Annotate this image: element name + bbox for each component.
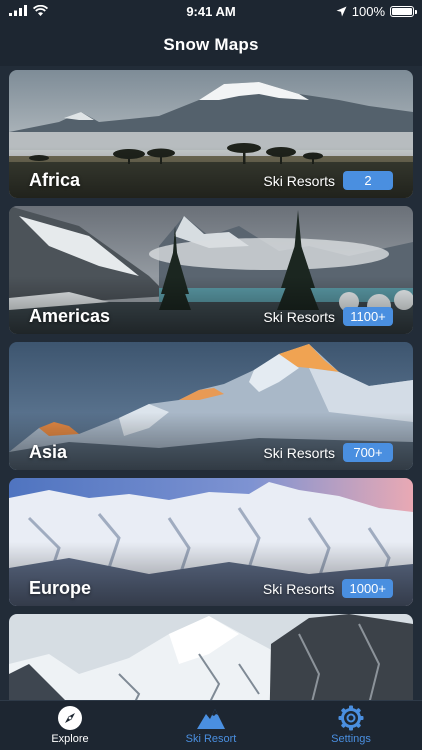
- page-title: Snow Maps: [163, 35, 259, 54]
- continent-name: Africa: [29, 170, 81, 190]
- resort-count-badge: 1100+: [343, 307, 393, 326]
- continent-name: Asia: [29, 442, 68, 462]
- gear-icon: [338, 705, 364, 731]
- tab-settings-label: Settings: [331, 733, 371, 745]
- resort-count-group: Ski Resorts 2: [263, 171, 393, 190]
- resort-count-badge: 700+: [343, 443, 393, 462]
- resort-count-badge: 2: [343, 171, 393, 190]
- tab-explore[interactable]: Explore: [0, 705, 140, 745]
- continent-card-europe[interactable]: Europe Ski Resorts 1000+: [9, 478, 413, 606]
- tab-ski-resort-label: Ski Resort: [185, 733, 237, 745]
- continent-name: Americas: [29, 306, 111, 326]
- resort-count-group: Ski Resorts 1000+: [263, 579, 393, 598]
- resort-count-badge: 1000+: [342, 579, 393, 598]
- mountain-icon: [197, 709, 225, 729]
- status-right-group: 100%: [336, 4, 417, 19]
- resort-count-group: Ski Resorts 1100+: [263, 307, 393, 326]
- location-arrow-icon: [336, 6, 347, 17]
- continent-card-partial[interactable]: [9, 614, 413, 700]
- navigation-bar: Snow Maps: [0, 24, 422, 66]
- battery-icon: [390, 6, 417, 17]
- continent-card-africa[interactable]: Africa Ski Resorts 2: [9, 70, 413, 198]
- battery-percent: 100%: [351, 4, 385, 19]
- resort-label: Ski Resorts: [263, 308, 335, 325]
- compass-icon: [58, 706, 82, 730]
- resort-label: Ski Resorts: [263, 444, 335, 461]
- continent-card-asia[interactable]: Asia Ski Resorts 700+: [9, 342, 413, 470]
- resort-count-group: Ski Resorts 700+: [263, 443, 393, 462]
- resort-label: Ski Resorts: [262, 580, 335, 597]
- continent-name: Europe: [29, 578, 92, 598]
- continent-list[interactable]: Africa Ski Resorts 2 Americas Ski Resort…: [0, 66, 422, 700]
- resort-label: Ski Resorts: [263, 172, 335, 189]
- tab-ski-resort[interactable]: Ski Resort: [141, 705, 281, 745]
- status-bar: 9:41 AM 100%: [0, 0, 422, 24]
- tab-settings[interactable]: Settings: [281, 705, 421, 745]
- mountain-landscape-image: [9, 614, 413, 700]
- continent-card-americas[interactable]: Americas Ski Resorts 1100+: [9, 206, 413, 334]
- tab-bar: Explore Ski Resort Settings: [0, 700, 422, 750]
- tab-explore-label: Explore: [51, 733, 89, 745]
